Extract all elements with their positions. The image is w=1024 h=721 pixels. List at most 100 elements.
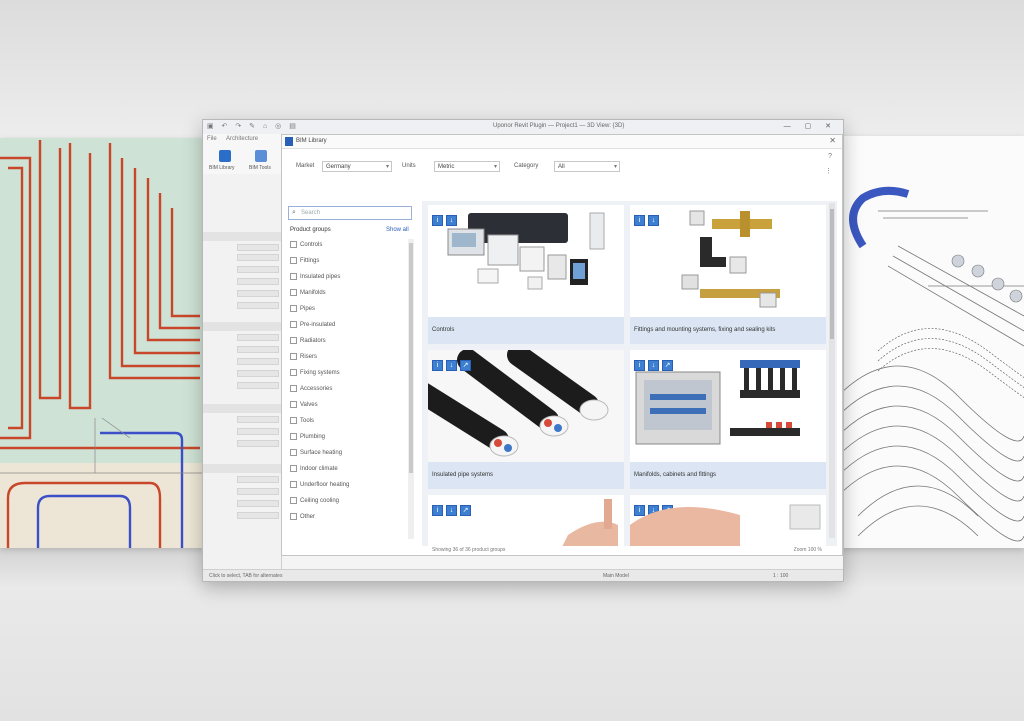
product-card-manifolds[interactable]: i ↓ ↗ Manifolds, cabinets and fittings (630, 350, 826, 489)
property-field[interactable] (237, 488, 279, 495)
sidebar-item[interactable]: Pipes (290, 305, 315, 312)
sidebar-item[interactable]: Insulated pipes (290, 273, 340, 280)
app-title: Uponor Revit Plugin — Project1 — 3D View… (493, 123, 625, 129)
bim-library-icon[interactable] (219, 150, 231, 162)
property-field[interactable] (237, 346, 279, 353)
product-image (562, 499, 618, 546)
chevron-down-icon: ▾ (385, 164, 389, 170)
floorplan-drawing-left (0, 138, 205, 548)
app-logo-icon (285, 137, 293, 146)
ribbon-tab-file[interactable]: File (207, 136, 217, 142)
sidebar-item[interactable]: Valves (290, 401, 318, 408)
app-statusbar: Click to select, TAB for alternates Main… (203, 569, 843, 581)
ribbon-button-bim-tools[interactable]: BIM Tools (249, 165, 271, 171)
property-field[interactable] (237, 440, 279, 447)
share-icon[interactable]: ↗ (460, 360, 471, 371)
main-model-selector[interactable]: Main Model (603, 573, 629, 579)
property-field[interactable] (237, 500, 279, 507)
ribbon-tab-architecture[interactable]: Architecture (226, 136, 258, 142)
property-field[interactable] (237, 358, 279, 365)
product-group-sidebar: ⌕ Search Product groups Show all Control… (286, 201, 416, 546)
property-field[interactable] (237, 302, 279, 309)
chevron-down-icon: ▾ (493, 164, 497, 170)
sidebar-item[interactable]: Surface heating (290, 449, 342, 456)
bim-tools-icon[interactable] (255, 150, 267, 162)
view-scale[interactable]: 1 : 100 (773, 573, 788, 579)
ribbon: File Architecture BIM Library BIM Tools (203, 134, 283, 175)
product-image (630, 504, 821, 546)
status-hint: Click to select, TAB for alternates (209, 573, 283, 579)
properties-panel (203, 174, 282, 569)
product-card-controls[interactable]: i ↓ Controls (428, 205, 624, 344)
dialog-titlebar: BIM Library ✕ (282, 135, 842, 149)
property-field[interactable] (237, 254, 279, 261)
property-field[interactable] (237, 334, 279, 341)
product-card[interactable]: i↓↗ (428, 495, 624, 546)
dialog-title: BIM Library (296, 138, 327, 144)
sidebar-item[interactable]: Accessories (290, 385, 332, 392)
search-icon: ⌕ (292, 209, 296, 216)
grid-scrollbar[interactable] (829, 203, 835, 538)
quick-access-toolbar[interactable]: ▣ ↶ ↷ ✎ ⌂ ◎ ▤ (207, 122, 299, 130)
app-titlebar: ▣ ↶ ↷ ✎ ⌂ ◎ ▤ Uponor Revit Plugin — Proj… (203, 120, 843, 135)
download-icon[interactable]: ↓ (446, 360, 457, 371)
sidebar-item[interactable]: Controls (290, 241, 322, 248)
bim-library-dialog: BIM Library ✕ ? ⋮ Market Germany ▾ Units … (281, 134, 843, 556)
ribbon-button-bim-library[interactable]: BIM Library (209, 165, 235, 171)
card-caption: Manifolds, cabinets and fittings (634, 472, 717, 478)
manifolds-product-image (635, 360, 800, 445)
info-icon[interactable]: i (432, 360, 443, 371)
search-input[interactable]: ⌕ Search (288, 206, 412, 220)
property-field[interactable] (237, 370, 279, 377)
properties-header (203, 232, 281, 241)
category-select[interactable]: All ▾ (554, 161, 620, 172)
card-caption: Insulated pipe systems (432, 472, 494, 478)
sidebar-heading: Product groups (290, 227, 331, 233)
market-select[interactable]: Germany ▾ (322, 161, 392, 172)
sidebar-item[interactable]: Pre-insulated (290, 321, 335, 328)
revit-app-window: ▣ ↶ ↷ ✎ ⌂ ◎ ▤ Uponor Revit Plugin — Proj… (202, 119, 844, 582)
property-field[interactable] (237, 476, 279, 483)
sidebar-item[interactable]: Fittings (290, 257, 319, 264)
properties-header (203, 464, 281, 473)
product-card-fittings[interactable]: i ↓ Fittings and mounting systems, fixing… (630, 205, 826, 344)
sidebar-item[interactable]: Ceiling cooling (290, 497, 339, 504)
property-field[interactable] (237, 512, 279, 519)
property-field[interactable] (237, 278, 279, 285)
sidebar-item[interactable]: Underfloor heating (290, 481, 349, 488)
property-field[interactable] (237, 244, 279, 251)
property-field[interactable] (237, 416, 279, 423)
dialog-statusbar: Showing 36 of 36 product groups Zoom 100… (282, 546, 842, 555)
fittings-product-image (681, 210, 780, 308)
close-icon[interactable]: ✕ (829, 136, 836, 145)
sidebar-item[interactable]: Manifolds (290, 289, 326, 296)
show-all-link[interactable]: Show all (386, 227, 409, 233)
results-count: Showing 36 of 36 product groups (432, 547, 506, 553)
sidebar-item[interactable]: Fixing systems (290, 369, 340, 376)
filter-label-units: Units (402, 163, 416, 169)
units-select[interactable]: Metric ▾ (434, 161, 500, 172)
product-card-grid: i ↓ Controls i ↓ Fittings and mounting s… (422, 201, 837, 546)
sidebar-item[interactable]: Other (290, 513, 315, 520)
property-field[interactable] (237, 266, 279, 273)
product-card-insulated-pipes[interactable]: i ↓ ↗ Insulated pipe systems (428, 350, 624, 489)
sidebar-scrollbar[interactable] (408, 239, 414, 539)
sidebar-item[interactable]: Plumbing (290, 433, 325, 440)
filter-bar: Market Germany ▾ Units Metric ▾ Category A… (282, 157, 842, 177)
sidebar-item[interactable]: Radiators (290, 337, 326, 344)
card-caption: Fittings and mounting systems, fixing an… (634, 327, 776, 333)
filter-label-market: Market (296, 163, 315, 169)
property-field[interactable] (237, 382, 279, 389)
properties-header (203, 322, 281, 331)
zoom-level: Zoom 100 % (793, 547, 822, 553)
product-card[interactable]: i↓↗ (630, 495, 826, 546)
pipe-detail-drawing-right (838, 136, 1024, 548)
property-field[interactable] (237, 290, 279, 297)
sidebar-item[interactable]: Indoor climate (290, 465, 338, 472)
sidebar-item[interactable]: Tools (290, 417, 314, 424)
sidebar-item[interactable]: Risers (290, 353, 317, 360)
filter-label-category: Category (514, 163, 539, 169)
property-field[interactable] (237, 428, 279, 435)
chevron-down-icon: ▾ (613, 164, 617, 170)
window-controls[interactable]: — ▢ ✕ (784, 122, 837, 130)
